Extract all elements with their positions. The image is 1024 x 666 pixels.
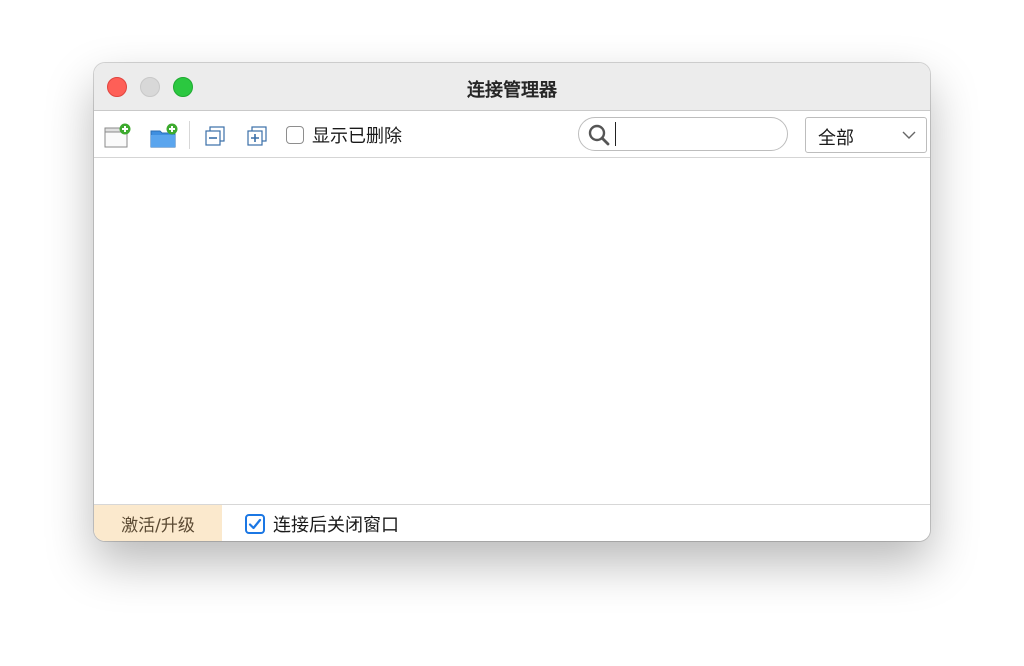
- expand-all-button[interactable]: [247, 126, 267, 150]
- collapse-all-icon: [205, 126, 225, 146]
- collapse-all-button[interactable]: [205, 126, 225, 150]
- show-deleted-label: 显示已删除: [312, 126, 402, 147]
- expand-all-icon: [247, 126, 267, 146]
- close-after-connect-toggle[interactable]: 连接后关闭窗口: [245, 511, 399, 537]
- toolbar-separator: [189, 121, 190, 149]
- activate-upgrade-button[interactable]: 激活/升级: [94, 505, 222, 541]
- window-title: 连接管理器: [467, 80, 557, 101]
- footer-bar: 激活/升级 连接后关闭窗口: [94, 504, 930, 541]
- toolbar: 显示已删除 全部: [94, 110, 930, 158]
- search-box[interactable]: [578, 117, 788, 151]
- filter-selected-value: 全部: [818, 128, 854, 149]
- filter-select[interactable]: 全部: [805, 117, 927, 153]
- show-deleted-checkbox[interactable]: [286, 126, 304, 144]
- close-after-connect-label: 连接后关闭窗口: [273, 515, 399, 536]
- new-folder-button[interactable]: [150, 123, 180, 153]
- show-deleted-toggle[interactable]: 显示已删除: [286, 123, 402, 147]
- chevron-down-icon: [902, 131, 916, 139]
- close-after-connect-checkbox[interactable]: [245, 514, 265, 534]
- new-connection-button[interactable]: [104, 123, 132, 153]
- folder-plus-icon: [150, 123, 178, 148]
- connection-list-area[interactable]: [94, 158, 930, 504]
- connection-manager-window: 连接管理器 显示已删除 全部 激活/升级 连接后关闭窗口: [94, 63, 930, 541]
- search-input[interactable]: [615, 122, 776, 146]
- title-bar[interactable]: 连接管理器: [94, 63, 930, 110]
- search-icon: [588, 124, 610, 146]
- checkmark-icon: [248, 518, 262, 530]
- new-window-plus-icon: [104, 123, 131, 148]
